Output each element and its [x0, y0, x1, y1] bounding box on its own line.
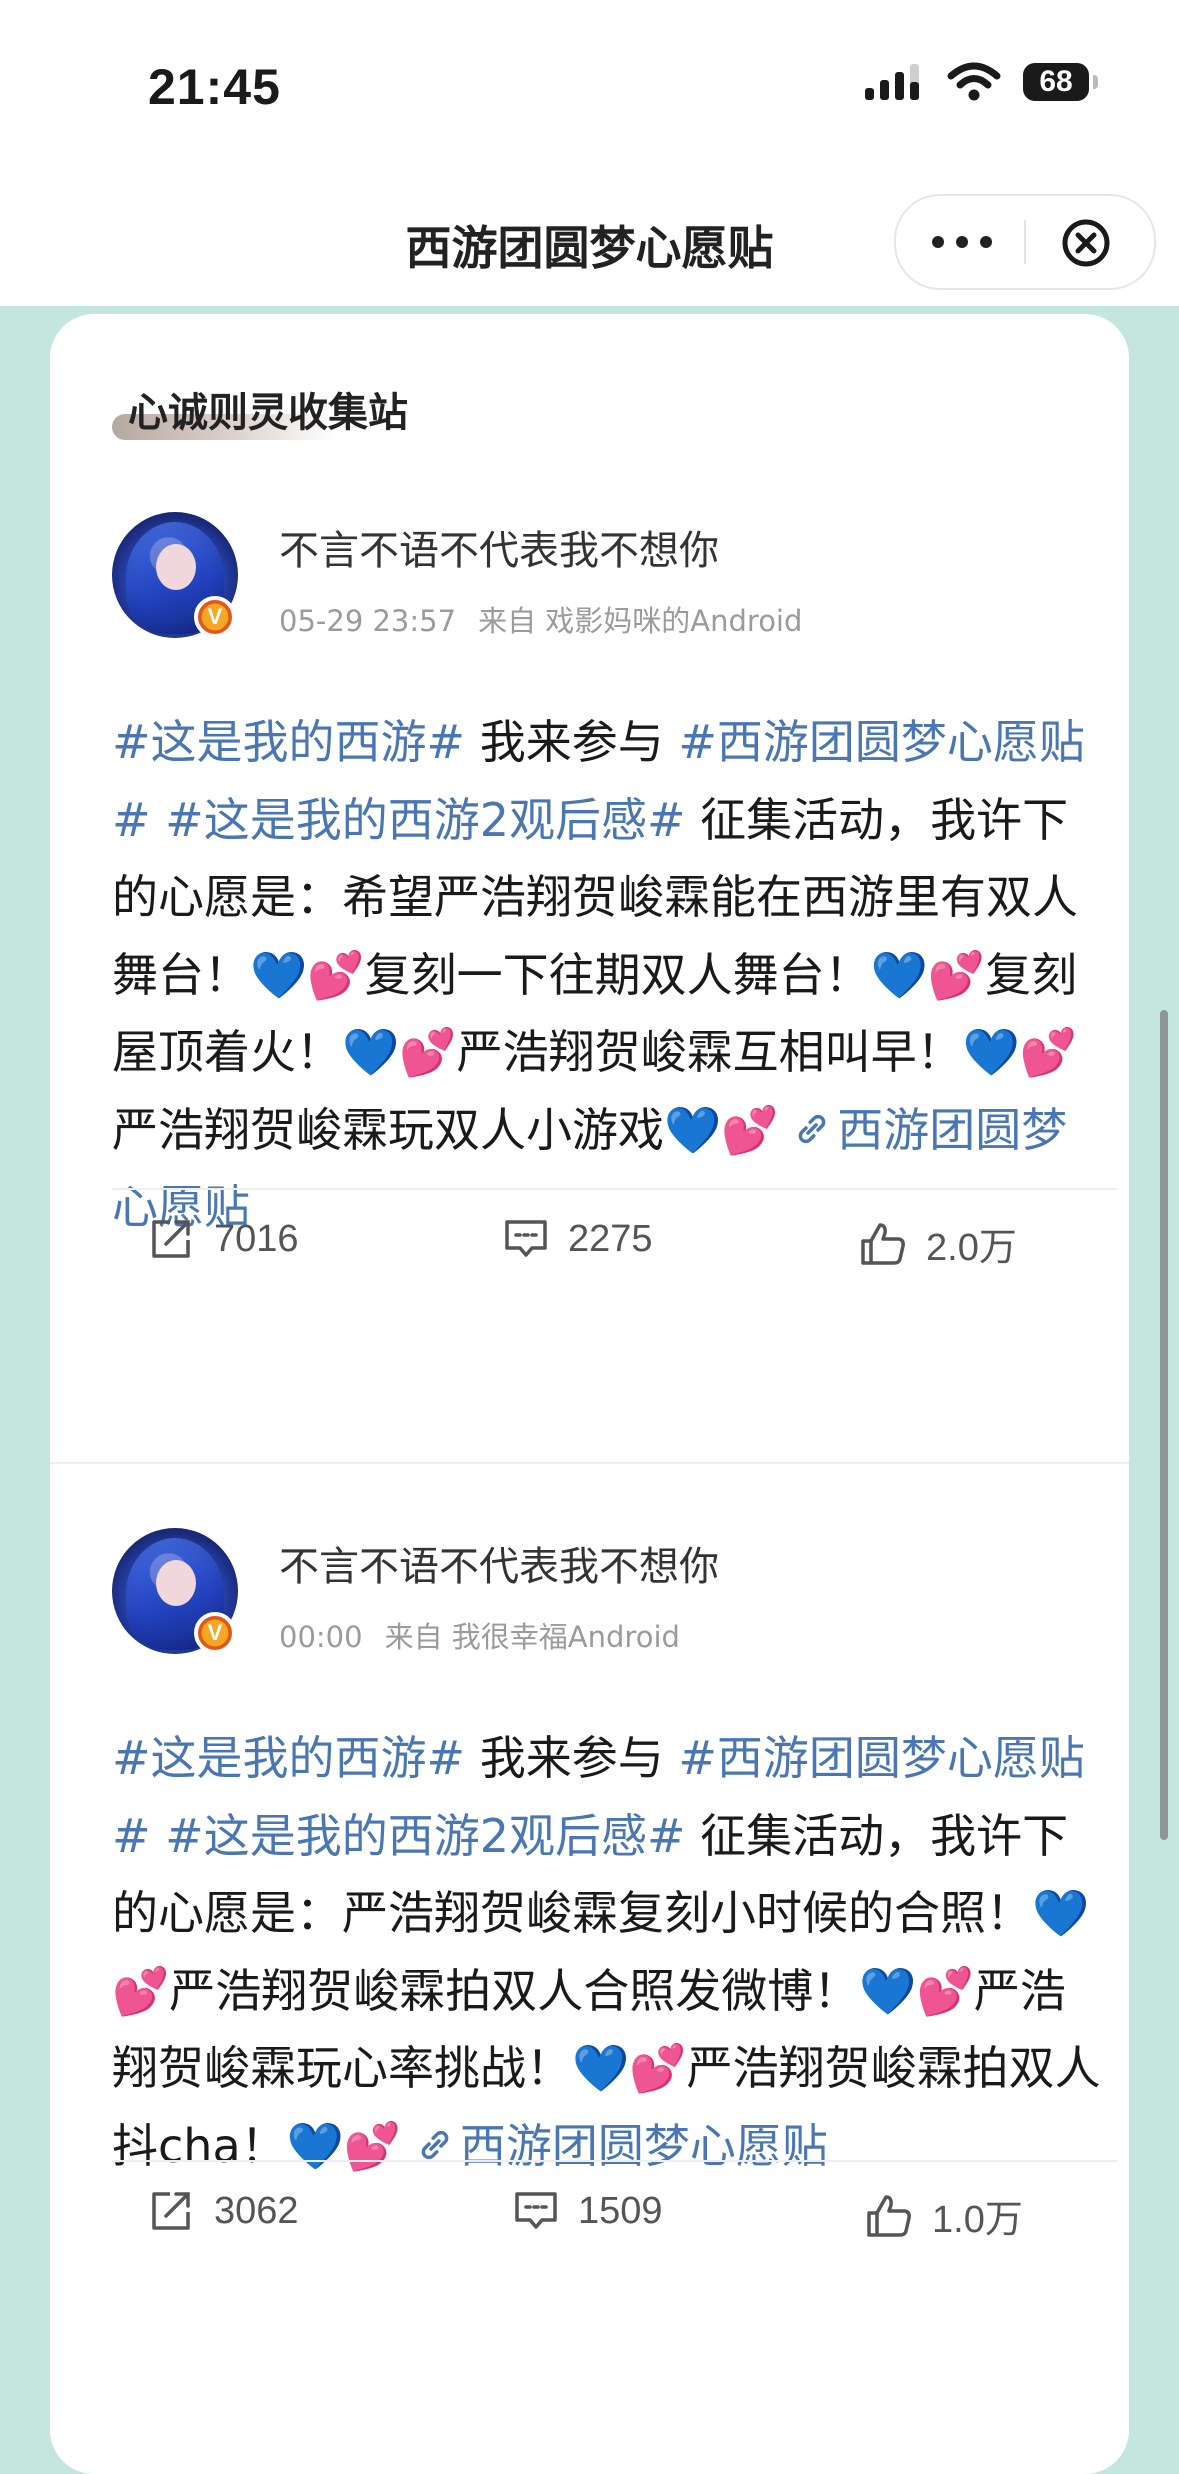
post-text-segment: 我来参与	[465, 715, 679, 769]
post-text-segment: 严浩翔贺峻霖互相叫早！	[456, 1025, 963, 1079]
comment-button[interactable]: 2275	[502, 1216, 653, 1262]
repost-icon	[152, 1220, 190, 1258]
link-icon	[421, 2130, 449, 2159]
blue-heart-emoji: 💙	[250, 947, 308, 1002]
blue-heart-emoji: 💙	[342, 1025, 400, 1079]
repost-icon	[152, 2192, 190, 2230]
scrollbar[interactable]	[1160, 1010, 1168, 1840]
like-button[interactable]: 1.0万	[864, 2188, 1023, 2243]
blue-heart-emoji: 💙	[870, 947, 928, 1002]
repost-count: 3062	[214, 2189, 299, 2232]
status-bar: 21:45 68	[0, 0, 1179, 170]
section-title: 心诚则灵收集站	[128, 390, 408, 436]
blue-heart-emoji: 💙	[859, 1963, 917, 2018]
more-icon[interactable]	[932, 222, 992, 262]
post-text: #这是我的西游# 我来参与 #西游团圆梦心愿贴# #这是我的西游2观后感# 征集…	[112, 704, 1102, 1247]
post-meta: 00:00 来自 我很幸福Android	[279, 1614, 680, 1656]
wifi-icon	[947, 62, 1001, 101]
post-text-segment: 严浩翔贺峻霖拍双人合照发微博！	[169, 1963, 860, 2018]
like-icon	[867, 2194, 911, 2237]
status-time: 21:45	[148, 59, 281, 115]
nav-bar: 西游团圆梦心愿贴	[0, 170, 1179, 306]
username[interactable]: 不言不语不代表我不想你	[279, 1534, 719, 1592]
comment-button[interactable]: 1509	[512, 2188, 663, 2234]
blue-heart-emoji: 💙	[1032, 1886, 1090, 1940]
close-icon[interactable]	[1061, 218, 1111, 268]
status-icons: 68	[863, 62, 1098, 102]
pink-hearts-emoji: 💕	[343, 2118, 402, 2173]
pink-hearts-emoji: 💕	[307, 947, 365, 1002]
post-source: 来自 我很幸福Android	[384, 1620, 680, 1654]
hashtag[interactable]: #这是我的西游#	[112, 1731, 465, 1785]
actions-divider	[112, 2160, 1117, 2162]
blue-heart-emoji: 💙	[664, 1102, 722, 1157]
hashtag[interactable]: #这是我的西游#	[112, 715, 465, 769]
content-card: 心诚则灵收集站 V 不言不语不代表我不想你 05-29 23:57 来自 戏影妈咪…	[50, 314, 1129, 2474]
post-time: 00:00	[279, 1620, 363, 1654]
repost-button[interactable]: 3062	[148, 2188, 299, 2234]
post-source: 来自 戏影妈咪的Android	[478, 604, 803, 638]
post-text-segment: 我来参与	[465, 1731, 679, 1785]
username[interactable]: 不言不语不代表我不想你	[279, 518, 719, 576]
post-text-segment: 严浩翔贺峻霖玩双人小游戏	[112, 1102, 664, 1157]
actions-divider	[112, 1188, 1117, 1190]
pink-hearts-emoji: 💕	[112, 1963, 170, 2018]
pink-hearts-emoji: 💕	[721, 1102, 779, 1157]
section-header: 心诚则灵收集站	[112, 380, 408, 440]
pink-hearts-emoji: 💕	[927, 947, 986, 1002]
verified-icon: V	[194, 1612, 236, 1654]
post-text-segment: 复刻一下往期双人舞台！	[364, 947, 871, 1002]
comment-icon	[505, 1220, 547, 1257]
pink-hearts-emoji: 💕	[629, 2041, 687, 2095]
blue-heart-emoji: 💙	[962, 1025, 1020, 1079]
like-icon	[861, 1222, 905, 1265]
hashtag[interactable]: #这是我的西游2观后感#	[151, 793, 685, 847]
blue-heart-emoji: 💙	[286, 2118, 344, 2173]
post-meta: 05-29 23:57 来自 戏影妈咪的Android	[279, 598, 802, 640]
verified-icon: V	[194, 596, 236, 638]
topic-link[interactable]: 西游团圆梦心愿贴	[416, 2119, 828, 2173]
blue-heart-emoji: 💙	[572, 2041, 630, 2095]
hashtag[interactable]: #这是我的西游2观后感#	[151, 1809, 685, 1863]
pink-hearts-emoji: 💕	[399, 1025, 457, 1079]
comment-count: 1509	[578, 2189, 663, 2232]
battery-icon: 68	[1023, 63, 1098, 101]
like-count: 1.0万	[932, 2199, 1023, 2241]
pink-hearts-emoji: 💕	[916, 1963, 974, 2018]
comment-count: 2275	[568, 1217, 653, 1260]
repost-count: 7016	[214, 1217, 299, 1260]
post-text: #这是我的西游# 我来参与 #西游团圆梦心愿贴# #这是我的西游2观后感# 征集…	[112, 1720, 1102, 2185]
topic-link-label: 西游团圆梦心愿贴	[459, 2118, 828, 2173]
capsule-divider	[1024, 220, 1026, 264]
pink-hearts-emoji: 💕	[1019, 1025, 1078, 1079]
mini-program-capsule	[894, 194, 1156, 290]
comment-icon	[515, 2192, 557, 2229]
post-separator	[50, 1462, 1129, 1464]
signal-icon	[865, 64, 919, 100]
like-count: 2.0万	[926, 1227, 1017, 1269]
like-button[interactable]: 2.0万	[858, 1216, 1017, 1271]
repost-button[interactable]: 7016	[148, 1216, 299, 1262]
link-icon	[798, 1114, 826, 1143]
post-time: 05-29 23:57	[279, 604, 457, 638]
